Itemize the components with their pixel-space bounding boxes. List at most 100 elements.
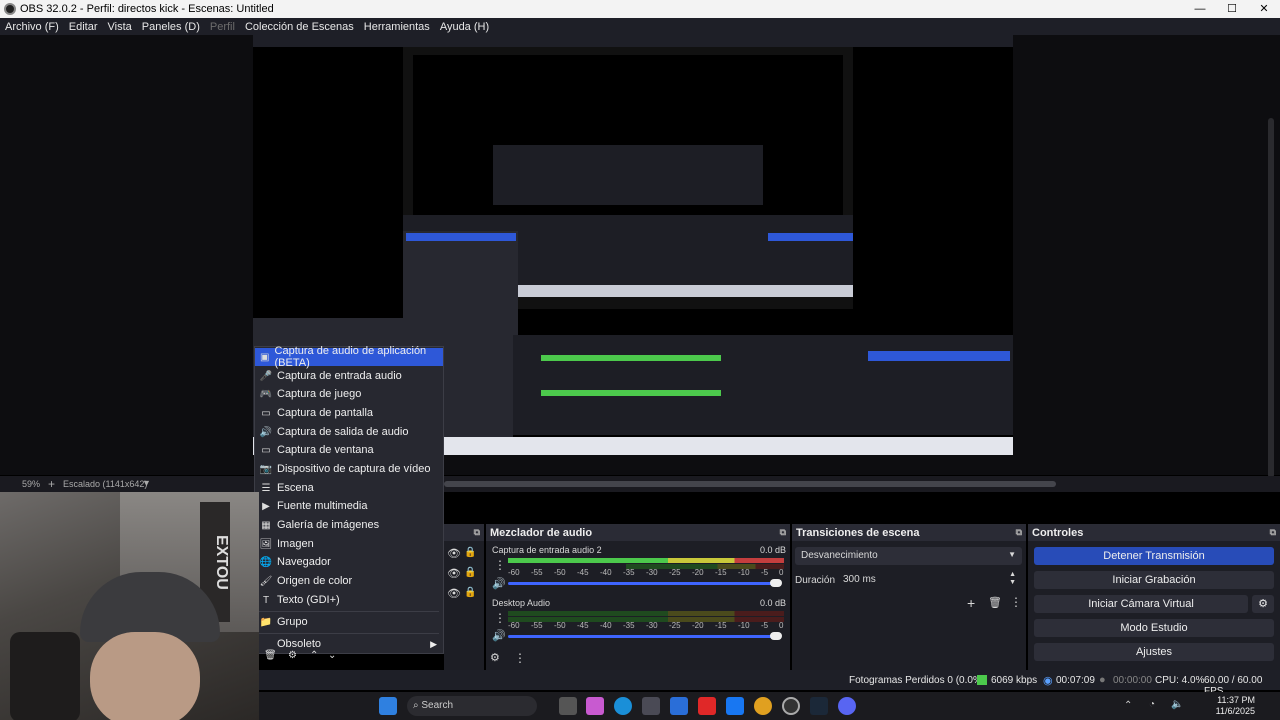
mixer-options-icon[interactable]: ⋮: [514, 651, 526, 665]
minimize-button[interactable]: —: [1184, 0, 1216, 18]
youtube-icon[interactable]: [698, 697, 716, 715]
lock-icon[interactable]: 🔒: [464, 587, 476, 598]
controls-header: Controles ⧉: [1028, 525, 1280, 541]
add-source-context-menu: ▣ Captura de audio de aplicación (BETA) 🎤…: [254, 345, 444, 654]
channel-options-icon[interactable]: ⋮: [494, 558, 506, 572]
visibility-eye-icon[interactable]: 👁: [447, 547, 461, 560]
preview-h-scrollbar[interactable]: [444, 481, 1056, 487]
menu-vista[interactable]: Vista: [103, 21, 137, 33]
dock-float-icon[interactable]: ⧉: [1270, 527, 1276, 538]
dock-float-icon[interactable]: ⧉: [780, 527, 786, 538]
menu-item-app-audio-capture[interactable]: ▣ Captura de audio de aplicación (BETA): [255, 345, 443, 369]
lock-icon[interactable]: 🔒: [464, 567, 476, 578]
speaker-icon[interactable]: 🔊: [492, 577, 506, 590]
scale-dropdown-icon[interactable]: ▼: [142, 478, 151, 488]
scale-label[interactable]: Escalado (1141x642): [63, 479, 147, 489]
lock-icon[interactable]: 🔒: [464, 547, 476, 558]
menu-item-video-capture-device[interactable]: 📷 Dispositivo de captura de vídeo: [255, 460, 443, 478]
menu-item-group[interactable]: 📁 Grupo: [255, 613, 443, 631]
zoom-plus-icon[interactable]: +: [48, 477, 55, 491]
steam-icon[interactable]: [810, 697, 828, 715]
tray-chevron-icon[interactable]: ⌃: [1124, 700, 1132, 711]
virtual-camera-settings-gear-icon[interactable]: ⚙: [1252, 595, 1274, 613]
wifi-icon[interactable]: ◔: [1149, 699, 1155, 710]
menu-item-browser[interactable]: 🌐 Navegador: [255, 553, 443, 571]
mixer-ticks: -60 -55 -50 -45 -40 -35 -30 -25 -20 -15 -10 -5 0: [508, 568, 784, 577]
title-bar: OBS 32.0.2 - Perfil: directos kick - Esc…: [0, 0, 1280, 18]
facebook-icon[interactable]: [726, 697, 744, 715]
gamepad-icon: 🎮: [259, 388, 273, 400]
menu-item-display-capture[interactable]: ▭ Captura de pantalla: [255, 404, 443, 422]
menu-separator: [259, 633, 439, 634]
webcam-overlay: EXTOU: [0, 492, 259, 720]
menu-item-audio-output-capture[interactable]: 🔊 Captura de salida de audio: [255, 423, 443, 441]
record-time: 00:00:00: [1113, 675, 1152, 686]
duration-label: Duración: [795, 575, 836, 586]
advanced-audio-gear-icon[interactable]: ⚙: [490, 651, 500, 664]
menu-editar[interactable]: Editar: [64, 21, 103, 33]
add-transition-icon[interactable]: +: [967, 595, 975, 611]
volume-slider-handle[interactable]: [770, 632, 782, 640]
audio-mixer-dock: Mezclador de audio ⧉ Captura de entrada a…: [486, 524, 790, 670]
discord-icon[interactable]: [838, 697, 856, 715]
taskbar-search[interactable]: ⌕ Search: [407, 696, 537, 716]
windows-start-icon[interactable]: [379, 697, 397, 715]
studio-mode-button[interactable]: Modo Estudio: [1034, 619, 1274, 637]
mixer-channel-db: 0.0 dB: [760, 545, 787, 555]
store-icon[interactable]: [642, 697, 660, 715]
start-recording-button[interactable]: Iniciar Grabación: [1034, 571, 1274, 589]
channel-options-icon[interactable]: ⋮: [494, 611, 506, 625]
menu-item-image-slideshow[interactable]: ▦ Galería de imágenes: [255, 516, 443, 534]
volume-tray-icon[interactable]: 🔈: [1171, 699, 1183, 710]
remove-transition-icon[interactable]: 🗑: [988, 596, 1002, 609]
menu-coleccion-escenas[interactable]: Colección de Escenas: [240, 21, 359, 33]
menu-item-text-gdi[interactable]: T Texto (GDI+): [255, 591, 443, 609]
copilot-icon[interactable]: [586, 697, 604, 715]
move-down-icon[interactable]: ⌄: [328, 650, 336, 661]
menu-item-scene[interactable]: ☰ Escena: [255, 479, 443, 497]
stop-streaming-button[interactable]: Detener Transmisión: [1034, 547, 1274, 565]
dock-float-icon[interactable]: ⧉: [474, 527, 480, 538]
menu-archivo[interactable]: Archivo (F): [0, 21, 64, 33]
menu-item-game-capture[interactable]: 🎮 Captura de juego: [255, 385, 443, 403]
transition-select[interactable]: Desvanecimiento ▼: [795, 547, 1022, 565]
menu-item-color-source[interactable]: 🖌 Origen de color: [255, 572, 443, 590]
maximize-button[interactable]: ☐: [1216, 0, 1248, 18]
dock-float-icon[interactable]: ⧉: [1016, 527, 1022, 538]
scene-transitions-dock: Transiciones de escena ⧉ Desvanecimiento …: [792, 524, 1026, 670]
speaker-icon[interactable]: 🔊: [492, 629, 506, 642]
edge-icon[interactable]: [614, 697, 632, 715]
mail-icon[interactable]: [670, 697, 688, 715]
menu-herramientas[interactable]: Herramientas: [359, 21, 435, 33]
obs-taskbar-icon[interactable]: [782, 697, 800, 715]
settings-button[interactable]: Ajustes: [1034, 643, 1274, 661]
menu-item-audio-input-capture[interactable]: 🎤 Captura de entrada audio: [255, 367, 443, 385]
audio-meter: [508, 558, 784, 563]
volume-slider-handle[interactable]: [770, 579, 782, 587]
volume-slider[interactable]: [508, 582, 778, 585]
remove-source-icon[interactable]: 🗑: [264, 650, 277, 661]
visibility-eye-icon[interactable]: 👁: [447, 587, 461, 600]
start-virtual-camera-button[interactable]: Iniciar Cámara Virtual: [1034, 595, 1248, 613]
visibility-eye-icon[interactable]: 👁: [447, 567, 461, 580]
sources-dock: ⧉ 👁 🔒 👁 🔒 👁 🔒: [444, 524, 484, 670]
menu-paneles[interactable]: Paneles (D): [137, 21, 205, 33]
task-view-icon[interactable]: [559, 697, 577, 715]
chrome-icon[interactable]: [754, 697, 772, 715]
preview-scrollbar[interactable]: [1268, 118, 1274, 478]
move-up-icon[interactable]: ⌃: [310, 650, 318, 661]
zoom-level[interactable]: 59%: [22, 479, 40, 489]
taskbar-time: 11:37 PM: [1217, 695, 1255, 705]
duration-input[interactable]: 300 ms ▲ ▼: [838, 571, 1022, 589]
record-status-icon: ●: [1099, 674, 1106, 686]
menu-item-window-capture[interactable]: ▭ Captura de ventana: [255, 441, 443, 459]
menu-item-media-source[interactable]: ▶ Fuente multimedia: [255, 497, 443, 515]
menu-ayuda[interactable]: Ayuda (H): [435, 21, 494, 33]
close-button[interactable]: ✕: [1248, 0, 1280, 18]
source-properties-gear-icon[interactable]: ⚙: [288, 650, 297, 661]
menu-item-image[interactable]: 🖼 Imagen: [255, 535, 443, 553]
network-signal-icon: [977, 675, 987, 685]
menu-perfil[interactable]: Perfil: [205, 21, 240, 33]
volume-slider[interactable]: [508, 635, 778, 638]
transition-options-icon[interactable]: ⋮: [1010, 595, 1022, 609]
